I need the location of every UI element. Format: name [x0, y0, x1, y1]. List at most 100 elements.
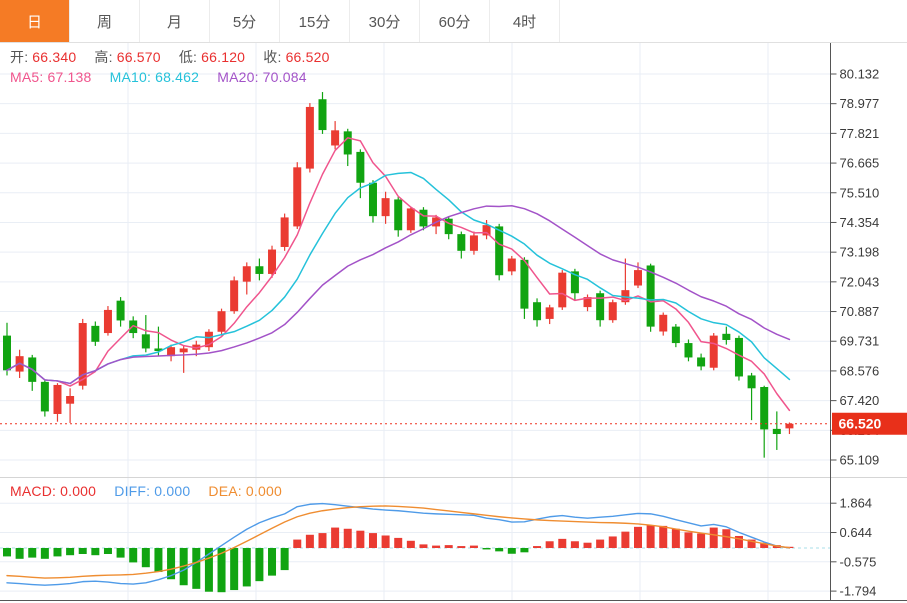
- macd-bar: [356, 531, 364, 548]
- candle-body: [609, 302, 617, 320]
- candle-body: [533, 302, 541, 320]
- candle-body: [684, 343, 692, 357]
- candle-body: [180, 348, 188, 352]
- macd-bar: [621, 532, 629, 548]
- macd-bar: [722, 529, 730, 548]
- diff-value: 0.000: [154, 483, 190, 499]
- axis-label: 65.109: [840, 453, 880, 468]
- candle-body: [773, 429, 781, 434]
- macd-bar: [117, 548, 125, 558]
- macd-bar: [596, 540, 604, 548]
- axis-label: 0.644: [840, 525, 873, 540]
- macd-bar: [104, 548, 112, 554]
- candle-body: [255, 266, 263, 274]
- close-value: 66.520: [286, 49, 330, 65]
- macd-label: MACD:: [10, 483, 56, 499]
- macd-bar: [407, 541, 415, 548]
- macd-bar: [483, 548, 491, 549]
- candle-body: [356, 152, 364, 183]
- macd-bar: [508, 548, 516, 554]
- candle-body: [710, 336, 718, 368]
- candle-body: [382, 198, 390, 216]
- macd-bar: [659, 526, 667, 548]
- tab-30min[interactable]: 30分: [350, 0, 420, 42]
- ma-legend: MA5:67.138 MA10:68.462 MA20:70.084: [10, 69, 311, 85]
- chart-canvas[interactable]: 80.13278.97777.82176.66575.51074.35473.1…: [0, 0, 907, 603]
- tab-5min[interactable]: 5分: [210, 0, 280, 42]
- macd-bar: [520, 548, 528, 552]
- macd-bar: [634, 527, 642, 548]
- macd-bar: [394, 538, 402, 548]
- candle-body: [659, 315, 667, 332]
- macd-bar: [344, 529, 352, 548]
- low-value: 66.120: [201, 49, 245, 65]
- macd-bar: [331, 528, 339, 548]
- candle-body: [319, 99, 327, 130]
- candle-body: [520, 260, 528, 309]
- macd-bar: [3, 548, 11, 556]
- high-label: 高:: [94, 49, 112, 65]
- macd-bar: [281, 548, 289, 570]
- tab-week[interactable]: 周: [70, 0, 140, 42]
- candle-body: [281, 217, 289, 247]
- macd-bar: [129, 548, 137, 562]
- ma20-label: MA20:: [217, 69, 258, 85]
- axis-label: 77.821: [840, 126, 880, 141]
- macd-bar: [710, 528, 718, 548]
- candle-body: [268, 250, 276, 274]
- candle-body: [66, 396, 74, 404]
- macd-bar: [53, 548, 61, 556]
- candle-body: [142, 334, 150, 348]
- macd-bar: [558, 539, 566, 548]
- candle-body: [394, 199, 402, 230]
- tab-month[interactable]: 月: [140, 0, 210, 42]
- candle-body: [546, 307, 554, 319]
- candle-body: [419, 210, 427, 227]
- price-tag-label: 66.520: [839, 416, 882, 432]
- macd-bar: [142, 548, 150, 567]
- macd-bar: [382, 535, 390, 547]
- kline-app: { "tabs": { "items": [ {"label": "日", "a…: [0, 0, 907, 603]
- macd-bar: [28, 548, 36, 558]
- macd-bar: [293, 540, 301, 548]
- macd-bar: [584, 543, 592, 548]
- tab-60min[interactable]: 60分: [420, 0, 490, 42]
- axis-label: 69.731: [840, 334, 880, 349]
- axis-label: 72.043: [840, 274, 880, 289]
- candle-body: [369, 183, 377, 216]
- candle-body: [3, 336, 11, 371]
- tab-15min[interactable]: 15分: [280, 0, 350, 42]
- tab-4hour[interactable]: 4时: [490, 0, 560, 42]
- candle-body: [53, 385, 61, 414]
- axis-label: 78.977: [840, 96, 880, 111]
- macd-bar: [306, 535, 314, 548]
- candle-body: [672, 327, 680, 343]
- macd-legend: MACD:0.000 DIFF:0.000 DEA:0.000: [10, 483, 286, 499]
- candle-body: [634, 270, 642, 285]
- axis-label: 73.198: [840, 245, 880, 260]
- macd-bar: [66, 548, 74, 555]
- axis-label: -0.575: [840, 554, 877, 569]
- macd-bar: [319, 533, 327, 548]
- candle-body: [243, 266, 251, 281]
- diff-label: DIFF:: [114, 483, 150, 499]
- macd-bar: [647, 525, 655, 548]
- candle-body: [470, 235, 478, 250]
- tab-day[interactable]: 日: [0, 0, 70, 42]
- axis-label: 70.887: [840, 304, 880, 319]
- candle-body: [558, 273, 566, 308]
- dea-value: 0.000: [246, 483, 282, 499]
- candle-body: [293, 167, 301, 226]
- candle-body: [230, 280, 238, 311]
- ma10-value: 68.462: [155, 69, 199, 85]
- macd-bar: [268, 548, 276, 576]
- candle-body: [41, 382, 49, 412]
- macd-bar: [255, 548, 263, 581]
- ma5-line: [7, 138, 789, 411]
- macd-value: 0.000: [60, 483, 96, 499]
- high-value: 66.570: [117, 49, 161, 65]
- candle-body: [647, 265, 655, 326]
- macd-bar: [546, 541, 554, 548]
- macd-bar: [243, 548, 251, 586]
- macd-bar: [419, 544, 427, 548]
